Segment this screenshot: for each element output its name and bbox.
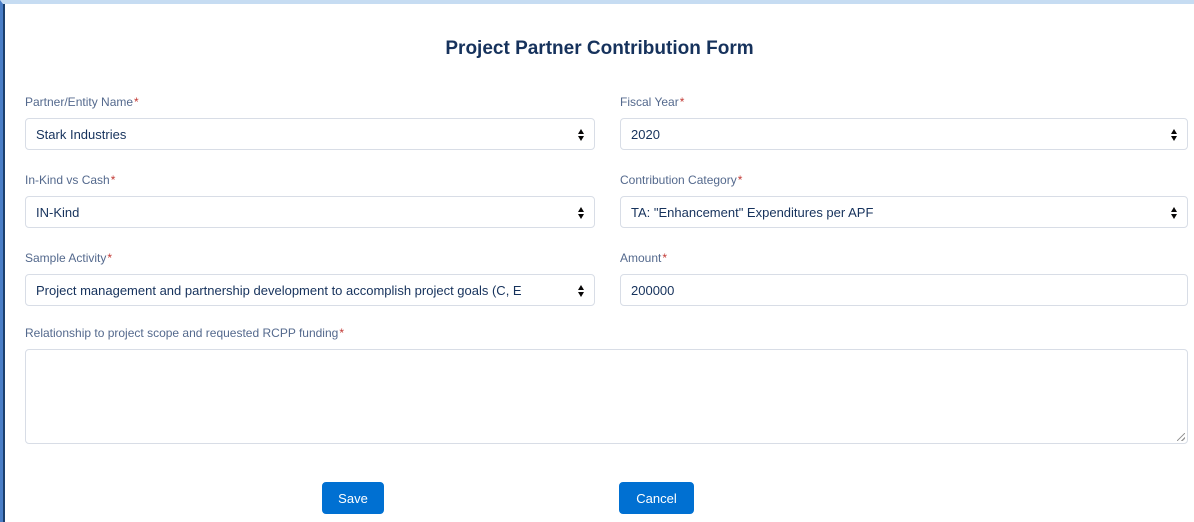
select-arrows-icon	[577, 283, 585, 299]
amount-field: Amount* 200000	[620, 250, 1188, 306]
required-asterisk: *	[107, 251, 113, 265]
inkind-cash-label: In-Kind vs Cash*	[25, 172, 595, 188]
sample-activity-field: Sample Activity* Project management and …	[25, 250, 595, 306]
sample-activity-select[interactable]: Project management and partnership devel…	[25, 274, 595, 306]
amount-label: Amount*	[620, 250, 1188, 266]
partner-label-text: Partner/Entity Name	[25, 95, 134, 109]
select-arrows-icon	[1170, 205, 1178, 221]
save-button[interactable]: Save	[322, 482, 384, 514]
inkind-cash-select-value: IN-Kind	[36, 204, 80, 220]
form-window: Project Partner Contribution Form Partne…	[0, 0, 1194, 522]
fiscal-year-field: Fiscal Year* 2020	[620, 94, 1188, 150]
sample-activity-label-text: Sample Activity	[25, 251, 107, 265]
inkind-cash-select[interactable]: IN-Kind	[25, 196, 595, 228]
inkind-cash-field: In-Kind vs Cash* IN-Kind	[25, 172, 595, 228]
amount-input[interactable]: 200000	[620, 274, 1188, 306]
relationship-field: Relationship to project scope and reques…	[25, 325, 1188, 444]
partner-label: Partner/Entity Name*	[25, 94, 595, 110]
sample-activity-label: Sample Activity*	[25, 250, 595, 266]
select-arrows-icon	[577, 205, 585, 221]
required-asterisk: *	[134, 95, 139, 109]
category-label-text: Contribution Category	[620, 173, 737, 187]
form-title: Project Partner Contribution Form	[445, 38, 754, 59]
partner-select[interactable]: Stark Industries	[25, 118, 595, 150]
amount-input-value: 200000	[631, 282, 675, 298]
fiscal-year-select-value: 2020	[631, 126, 660, 142]
fiscal-year-select[interactable]: 2020	[620, 118, 1188, 150]
category-field: Contribution Category* TA: "Enhancement"…	[620, 172, 1188, 228]
sample-activity-select-value: Project management and partnership devel…	[36, 282, 522, 298]
relationship-label-text: Relationship to project scope and reques…	[25, 326, 339, 340]
form-container: Project Partner Contribution Form Partne…	[3, 4, 1194, 522]
category-label: Contribution Category*	[620, 172, 1188, 188]
cancel-button[interactable]: Cancel	[619, 482, 694, 514]
fiscal-year-label: Fiscal Year*	[620, 94, 1188, 110]
amount-label-text: Amount	[620, 251, 662, 265]
relationship-textarea[interactable]	[25, 349, 1188, 444]
category-select[interactable]: TA: "Enhancement" Expenditures per APF	[620, 196, 1188, 228]
relationship-label: Relationship to project scope and reques…	[25, 325, 1188, 341]
resize-grip-icon[interactable]	[1177, 433, 1185, 441]
required-asterisk: *	[662, 251, 668, 265]
partner-select-value: Stark Industries	[36, 126, 127, 142]
select-arrows-icon	[1170, 127, 1178, 143]
partner-field: Partner/Entity Name* Stark Industries	[25, 94, 595, 150]
fiscal-year-label-text: Fiscal Year	[620, 95, 679, 109]
category-select-value: TA: "Enhancement" Expenditures per APF	[631, 204, 874, 220]
required-asterisk: *	[110, 173, 116, 187]
inkind-cash-label-text: In-Kind vs Cash	[25, 173, 110, 187]
required-asterisk: *	[737, 173, 743, 187]
select-arrows-icon	[577, 127, 585, 143]
required-asterisk: *	[679, 95, 685, 109]
required-asterisk: *	[339, 326, 344, 340]
